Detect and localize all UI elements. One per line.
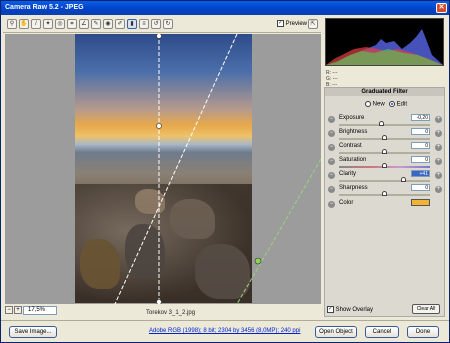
minus-icon[interactable]: − xyxy=(328,116,335,123)
exposure-value[interactable]: -0,20 xyxy=(411,114,430,121)
window-title: Camera Raw 5.2 - JPEG xyxy=(5,4,84,11)
rotate-cw-icon[interactable]: ↻ xyxy=(163,19,173,29)
fullscreen-icon[interactable]: ⇱ xyxy=(308,19,318,29)
clear-all-button[interactable]: Clear All xyxy=(412,304,440,314)
exposure-slider-thumb[interactable] xyxy=(378,121,384,126)
saturation-slider-thumb[interactable] xyxy=(381,163,387,168)
clarity-value[interactable]: +41 xyxy=(411,170,430,177)
targeted-adjustment-tool-icon[interactable]: ◎ xyxy=(55,19,65,29)
preview-label: Preview xyxy=(285,21,308,28)
plus-icon[interactable]: + xyxy=(435,158,442,165)
show-overlay-checkbox[interactable]: ✓ xyxy=(327,306,334,313)
contrast-slider-thumb[interactable] xyxy=(381,149,387,154)
brightness-value[interactable]: 0 xyxy=(411,128,430,135)
toolbar: ⚲ ✋ / ✦ ◎ ⌗ ∠ ✎ ◉ ✐ ▮ ≡ ↺ ↻ xyxy=(3,16,321,33)
edit-label: Edit xyxy=(396,101,408,108)
sharpness-slider-thumb[interactable] xyxy=(381,191,387,196)
spot-removal-tool-icon[interactable]: ✎ xyxy=(91,19,101,29)
clarity-row: − Clarity +41 + xyxy=(325,170,444,185)
minus-icon[interactable]: − xyxy=(328,144,335,151)
color-row: − Color xyxy=(325,199,444,214)
color-label: Color xyxy=(339,200,354,206)
minus-icon[interactable]: − xyxy=(328,158,335,165)
graduated-filter-overlay[interactable] xyxy=(5,34,321,304)
filter-pin-green xyxy=(254,257,262,265)
straighten-tool-icon[interactable]: ∠ xyxy=(79,19,89,29)
preview-toggle[interactable]: ✓ Preview xyxy=(277,20,307,27)
sharpness-row: − Sharpness 0 + xyxy=(325,184,444,199)
plus-icon[interactable]: + xyxy=(435,144,442,151)
sharpness-value[interactable]: 0 xyxy=(411,184,430,191)
brightness-row: − Brightness 0 + xyxy=(325,128,444,143)
color-swatch[interactable] xyxy=(411,199,430,206)
saturation-value[interactable]: 0 xyxy=(411,156,430,163)
plus-icon[interactable]: + xyxy=(435,172,442,179)
clarity-label: Clarity xyxy=(339,171,357,177)
save-image-button[interactable]: Save Image... xyxy=(9,326,57,338)
done-button[interactable]: Done xyxy=(407,326,439,338)
rgb-readout: R: --- G: --- B: --- xyxy=(326,70,338,88)
plus-icon[interactable]: + xyxy=(435,116,442,123)
red-eye-tool-icon[interactable]: ◉ xyxy=(103,19,113,29)
exposure-slider-track[interactable] xyxy=(339,124,430,126)
brightness-slider-thumb[interactable] xyxy=(381,135,387,140)
filter-pin-bottom xyxy=(156,299,162,304)
filename-label: Torekov 3_1_2.jpg xyxy=(146,310,196,316)
cancel-button[interactable]: Cancel xyxy=(365,326,399,338)
plus-icon[interactable]: + xyxy=(435,130,442,137)
filter-pin-top xyxy=(156,34,162,39)
brightness-label: Brightness xyxy=(339,129,368,135)
graduated-filter-panel: Graduated Filter New Edit − Exposure -0,… xyxy=(324,87,445,317)
adjustment-brush-tool-icon[interactable]: ✐ xyxy=(115,19,125,29)
plus-icon[interactable]: + xyxy=(435,186,442,193)
sharpness-label: Sharpness xyxy=(339,185,368,191)
crop-tool-icon[interactable]: ⌗ xyxy=(67,19,77,29)
clarity-slider-track[interactable] xyxy=(339,180,430,182)
panel-title: Graduated Filter xyxy=(325,88,444,96)
close-icon[interactable]: ✕ xyxy=(436,3,447,13)
show-overlay-label: Show Overlay xyxy=(335,307,374,314)
exposure-row: − Exposure -0,20 + xyxy=(325,114,444,129)
preferences-icon[interactable]: ≡ xyxy=(139,19,149,29)
preview-checkbox[interactable]: ✓ xyxy=(277,20,284,27)
edit-radio-button[interactable] xyxy=(389,101,395,107)
workflow-options-link[interactable]: Adobe RGB (1998); 8 bit; 2304 by 3456 (8… xyxy=(149,328,300,334)
rotate-ccw-icon[interactable]: ↺ xyxy=(151,19,161,29)
zoom-tool-icon[interactable]: ⚲ xyxy=(7,19,17,29)
minus-icon[interactable]: − xyxy=(328,201,335,208)
new-label: New xyxy=(372,101,385,108)
edit-radio[interactable]: Edit xyxy=(389,101,407,108)
hand-tool-icon[interactable]: ✋ xyxy=(19,19,29,29)
minus-icon[interactable]: − xyxy=(328,186,335,193)
clarity-slider-thumb[interactable] xyxy=(400,177,406,182)
contrast-label: Contrast xyxy=(339,143,362,149)
minus-icon[interactable]: − xyxy=(328,130,335,137)
zoom-out-button[interactable]: − xyxy=(5,306,13,314)
image-viewer[interactable] xyxy=(5,34,321,304)
new-radio-button[interactable] xyxy=(365,101,371,107)
exposure-label: Exposure xyxy=(339,115,365,121)
zoom-select[interactable]: 17,5% xyxy=(23,306,57,315)
white-balance-tool-icon[interactable]: / xyxy=(31,19,41,29)
open-object-button[interactable]: Open Object xyxy=(315,326,357,338)
bottom-bar: Save Image... Adobe RGB (1998); 8 bit; 2… xyxy=(1,320,449,342)
graduated-filter-tool-icon[interactable]: ▮ xyxy=(127,19,137,29)
filter-pin-center xyxy=(156,123,162,129)
camera-raw-window: Camera Raw 5.2 - JPEG ✕ ⚲ ✋ / ✦ ◎ ⌗ ∠ ✎ … xyxy=(0,0,450,343)
histogram xyxy=(325,18,444,66)
minus-icon[interactable]: − xyxy=(328,172,335,179)
saturation-row: − Saturation 0 + xyxy=(325,156,444,171)
contrast-value[interactable]: 0 xyxy=(411,142,430,149)
new-radio[interactable]: New xyxy=(365,101,385,108)
title-bar: Camera Raw 5.2 - JPEG ✕ xyxy=(1,1,449,15)
histogram-graph xyxy=(326,29,443,65)
color-sampler-tool-icon[interactable]: ✦ xyxy=(43,19,53,29)
saturation-label: Saturation xyxy=(339,157,367,163)
zoom-in-button[interactable]: + xyxy=(14,306,22,314)
contrast-row: − Contrast 0 + xyxy=(325,142,444,157)
show-overlay-toggle[interactable]: ✓ Show Overlay xyxy=(327,306,373,313)
